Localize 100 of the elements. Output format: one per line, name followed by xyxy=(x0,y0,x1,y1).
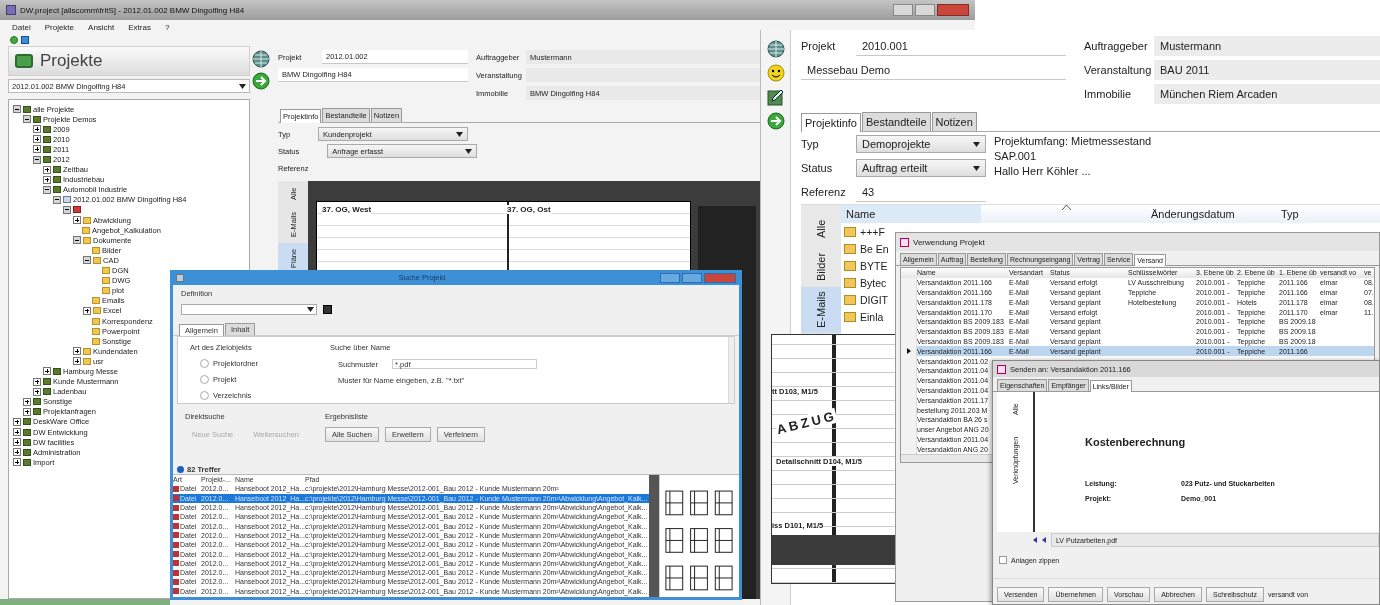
menu-item[interactable]: Datei xyxy=(12,23,31,31)
column-header[interactable]: Typ xyxy=(1276,208,1380,220)
column-header[interactable]: Änderungsdatum xyxy=(1146,208,1276,220)
previous-page-icon[interactable] xyxy=(1042,537,1046,543)
square-icon xyxy=(33,398,41,406)
tab[interactable]: Bestandteile xyxy=(862,112,931,131)
expand-toggle[interactable] xyxy=(73,357,81,366)
square-icon xyxy=(53,186,61,194)
note-text: Hallo Herr Köhler ... xyxy=(994,164,1092,179)
expand-toggle[interactable] xyxy=(33,145,41,154)
menu-item[interactable]: ? xyxy=(164,23,170,31)
expand-toggle[interactable] xyxy=(33,387,41,396)
folder-icon xyxy=(844,294,856,305)
scrollbar xyxy=(728,337,734,403)
edit-icon[interactable] xyxy=(766,88,785,106)
square-icon xyxy=(23,418,31,426)
expand-toggle[interactable] xyxy=(83,256,91,265)
menu-item[interactable]: Extras xyxy=(128,23,151,31)
radio-button[interactable] xyxy=(200,375,209,384)
menu-item[interactable]: Ansicht xyxy=(88,23,115,31)
square-icon xyxy=(33,408,41,416)
caret-icon xyxy=(973,141,980,147)
field-label: Immobilie xyxy=(1084,88,1133,100)
app-icon xyxy=(6,5,16,15)
expand-toggle[interactable] xyxy=(43,185,51,194)
info-icon xyxy=(177,465,184,473)
square-icon xyxy=(23,438,31,446)
square-icon xyxy=(53,166,61,174)
folder-icon xyxy=(844,277,856,288)
dropdown[interactable]: Auftrag erteilt xyxy=(856,159,986,177)
caret-icon xyxy=(973,165,980,171)
globe-icon[interactable] xyxy=(766,40,785,58)
square-icon xyxy=(43,135,51,143)
drawing-label: 37. OG, West xyxy=(322,205,372,214)
field-label: Veranstaltung xyxy=(1084,64,1153,76)
expand-toggle[interactable] xyxy=(83,306,91,315)
tab[interactable]: Projektinfo xyxy=(801,113,861,132)
vertical-tab[interactable]: Alle xyxy=(801,211,841,247)
file-name[interactable]: +++F xyxy=(860,225,885,238)
caret-icon xyxy=(239,83,246,89)
expand-toggle[interactable] xyxy=(53,195,61,204)
dropdown[interactable]: Demoprojekte xyxy=(856,135,986,153)
expand-toggle[interactable] xyxy=(73,236,81,245)
expand-toggle[interactable] xyxy=(33,135,41,144)
expand-toggle[interactable] xyxy=(43,165,51,174)
expand-toggle[interactable] xyxy=(13,428,21,437)
document-icon xyxy=(63,196,71,204)
drawing-label: 37. OG, Ost xyxy=(507,205,551,214)
globe-icon[interactable] xyxy=(252,50,270,68)
expand-toggle[interactable] xyxy=(73,216,81,225)
file-name[interactable]: Be En xyxy=(860,242,889,255)
caret-icon xyxy=(465,148,473,154)
vertical-tab[interactable]: E-Mails xyxy=(801,287,841,333)
expand-toggle[interactable] xyxy=(73,347,81,356)
expand-toggle[interactable] xyxy=(43,367,51,376)
text-field[interactable] xyxy=(526,68,760,82)
caret-icon xyxy=(456,131,464,137)
square-icon xyxy=(43,156,51,163)
radio-button[interactable] xyxy=(200,359,209,368)
expand-toggle[interactable] xyxy=(33,155,41,164)
expand-toggle[interactable] xyxy=(13,458,21,467)
note-text: Projektumfang: Mietmessestand xyxy=(994,134,1153,149)
document-title: Kostenberechnung xyxy=(1085,436,1187,448)
smiley-icon[interactable] xyxy=(766,64,785,82)
expand-toggle[interactable] xyxy=(13,438,21,447)
window-title: Verwendung Projekt xyxy=(913,237,985,247)
radio-button[interactable] xyxy=(200,391,209,400)
expand-toggle[interactable] xyxy=(13,448,21,457)
menu-item[interactable]: Projekte xyxy=(44,23,75,31)
vertical-tab[interactable]: Bilder xyxy=(801,250,841,284)
expand-toggle[interactable] xyxy=(13,105,21,114)
first-page-icon[interactable] xyxy=(1033,537,1037,543)
file-name[interactable]: BYTE xyxy=(860,259,888,272)
text-field[interactable]: München Riem Arcaden xyxy=(1154,84,1380,104)
field-label: Referenz xyxy=(801,186,846,198)
expand-toggle[interactable] xyxy=(63,206,71,214)
monitor-icon xyxy=(15,54,33,68)
app-icon xyxy=(997,364,1006,374)
expand-toggle[interactable] xyxy=(23,407,31,416)
expand-toggle[interactable] xyxy=(23,397,31,406)
square-icon xyxy=(23,458,31,466)
folder-icon xyxy=(844,226,856,237)
text-field[interactable]: Mustermann xyxy=(1154,36,1380,56)
tab[interactable]: Notizen xyxy=(931,112,977,131)
expand-toggle[interactable] xyxy=(33,377,41,386)
file-name[interactable]: DIGIT xyxy=(860,293,888,306)
expand-toggle[interactable] xyxy=(23,115,31,124)
square-icon xyxy=(43,388,51,396)
file-name[interactable]: Bytec xyxy=(860,276,887,289)
column-header[interactable]: Name xyxy=(841,205,981,223)
file-name[interactable]: Einla xyxy=(860,310,884,323)
expand-toggle[interactable] xyxy=(43,175,51,184)
checkbox[interactable] xyxy=(999,556,1007,564)
text-field[interactable]: BAU 2011 xyxy=(1154,60,1380,80)
field-label: Status xyxy=(801,162,833,174)
sort-icon xyxy=(1061,205,1071,210)
expand-toggle[interactable] xyxy=(13,417,21,426)
refresh-icon[interactable] xyxy=(10,36,18,44)
square-icon xyxy=(43,125,51,133)
expand-toggle[interactable] xyxy=(33,125,41,134)
